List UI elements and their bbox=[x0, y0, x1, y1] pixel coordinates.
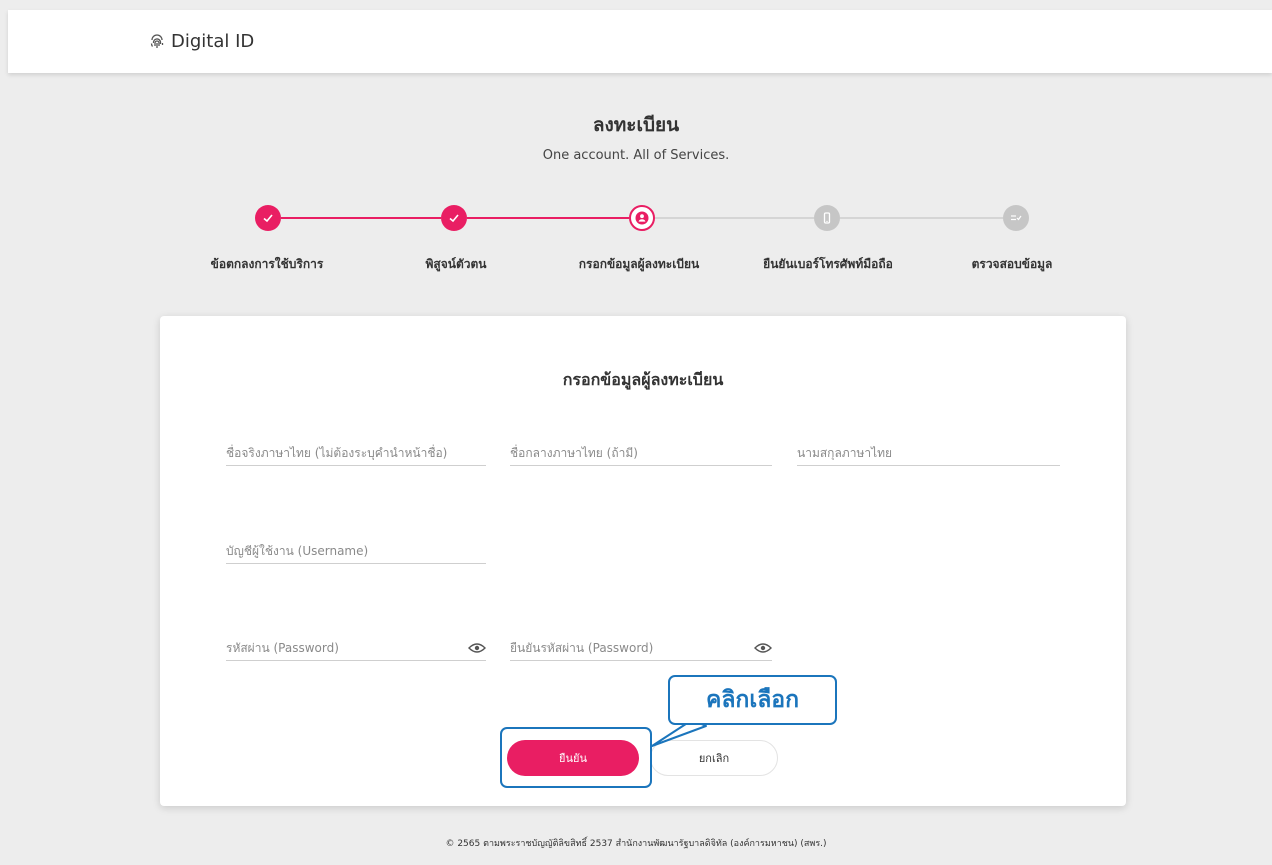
step-4-label: ยืนยันเบอร์โทรศัพท์มือถือ bbox=[763, 257, 893, 271]
middle-name-input[interactable] bbox=[510, 436, 772, 460]
eye-icon[interactable] bbox=[468, 642, 486, 654]
first-name-input[interactable] bbox=[226, 436, 486, 460]
step-connector bbox=[840, 217, 1003, 219]
step-1-indicator bbox=[255, 205, 281, 231]
last-name-input[interactable] bbox=[797, 436, 1060, 460]
step-3-label: กรอกข้อมูลผู้ลงทะเบียน bbox=[578, 257, 700, 271]
annotation-highlight-box bbox=[500, 727, 652, 788]
password-field bbox=[226, 631, 486, 661]
confirm-password-field bbox=[510, 631, 772, 661]
confirm-password-input[interactable] bbox=[510, 631, 740, 655]
username-field bbox=[226, 534, 486, 564]
step-5-indicator bbox=[1003, 205, 1029, 231]
annotation-callout: คลิกเลือก bbox=[668, 675, 837, 725]
middle-name-field bbox=[510, 436, 772, 466]
page-subtitle: One account. All of Services. bbox=[542, 148, 730, 163]
checklist-icon bbox=[1011, 215, 1022, 221]
check-icon bbox=[263, 214, 273, 223]
step-4-indicator bbox=[814, 205, 840, 231]
fingerprint-icon bbox=[150, 33, 164, 48]
step-connector bbox=[281, 217, 441, 219]
page-title: ลงทะเบียน bbox=[592, 114, 680, 136]
brand-name: Digital ID bbox=[171, 31, 255, 52]
last-name-field bbox=[797, 436, 1060, 466]
step-2-label: พิสูจน์ตัวตน bbox=[425, 257, 487, 271]
step-1-label: ข้อตกลงการใช้บริการ bbox=[210, 257, 324, 271]
step-connector bbox=[467, 217, 629, 219]
eye-icon[interactable] bbox=[754, 642, 772, 654]
mobile-phone-icon bbox=[823, 212, 831, 224]
brand-logo[interactable]: Digital ID bbox=[149, 31, 254, 52]
footer-copyright: © 2565 ตามพระราชบัญญัติลิขสิทธิ์ 2537 สำ… bbox=[445, 839, 827, 849]
password-input[interactable] bbox=[226, 631, 456, 655]
form-title: กรอกข้อมูลผู้ลงทะเบียน bbox=[562, 370, 724, 389]
username-input[interactable] bbox=[226, 534, 486, 558]
step-5-label: ตรวจสอบข้อมูล bbox=[971, 257, 1053, 271]
step-3-indicator bbox=[629, 205, 655, 231]
check-icon bbox=[449, 214, 459, 223]
step-2-indicator bbox=[441, 205, 467, 231]
step-connector bbox=[655, 217, 814, 219]
user-icon bbox=[635, 211, 649, 225]
first-name-field bbox=[226, 436, 486, 466]
